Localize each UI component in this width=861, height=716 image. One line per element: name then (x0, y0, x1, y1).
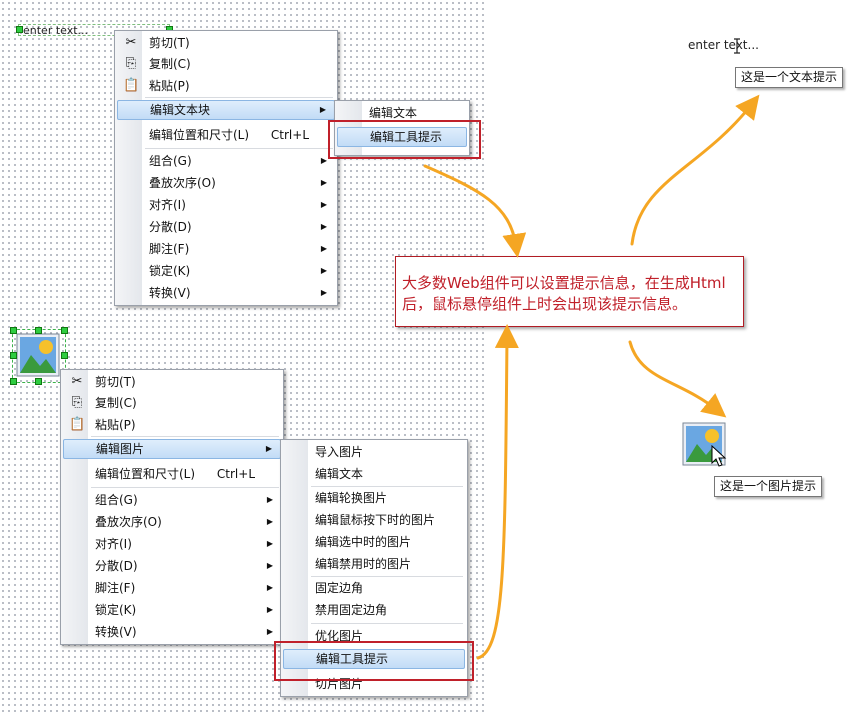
text-cursor-icon (734, 38, 740, 54)
arrow-to-image-tooltip (628, 340, 727, 418)
mouse-pointer-icon (711, 445, 727, 467)
arrow-to-text-tooltip (630, 94, 760, 246)
arrow-to-annotation (423, 164, 527, 258)
image-tooltip: 这是一个图片提示 (714, 476, 823, 497)
preview-text-element[interactable]: enter text... (688, 38, 759, 52)
arrow-to-annotation (476, 324, 519, 660)
text-tooltip: 这是一个文本提示 (735, 67, 844, 88)
annotation-arrows (423, 94, 760, 660)
